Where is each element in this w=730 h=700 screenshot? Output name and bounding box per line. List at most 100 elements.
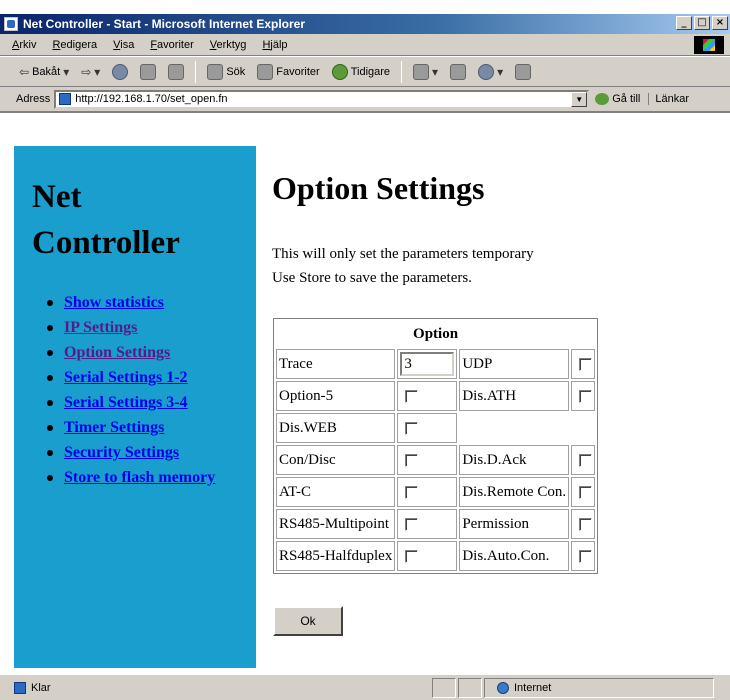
back-button[interactable]: ⇦ Bakåt ▾ (16, 60, 72, 84)
option-control (397, 413, 458, 443)
sidebar-link-serial-settings-3-4[interactable]: Serial Settings 3-4 (64, 394, 188, 411)
option-control (397, 445, 458, 475)
menu-view[interactable]: Visa (113, 39, 134, 51)
window-titlebar: Net Controller - Start - Microsoft Inter… (0, 14, 730, 34)
dis-web-checkbox[interactable] (405, 421, 419, 435)
sidebar-item-ip-settings: IP Settings (47, 316, 254, 340)
mail-icon (413, 63, 430, 80)
stop-icon (112, 63, 129, 80)
con-disc-checkbox[interactable] (405, 453, 419, 467)
window-title: Net Controller - Start - Microsoft Inter… (23, 17, 306, 31)
globe-icon (497, 681, 509, 694)
at-c-checkbox[interactable] (405, 485, 419, 499)
trace-input[interactable] (400, 352, 455, 376)
sidebar-link-show-statistics[interactable]: Show statistics (64, 294, 164, 311)
sidebar-item-timer-settings: Timer Settings (47, 416, 254, 440)
option-label: Con/Disc (276, 445, 396, 475)
sidebar-item-show-statistics: Show statistics (47, 291, 254, 315)
sidebar-title: Net Controller (32, 174, 252, 266)
page-icon (59, 93, 72, 105)
back-dropdown-icon[interactable]: ▾ (63, 65, 69, 79)
option-table: Option Trace UDP Option-5 Dis.ATH Dis.WE… (273, 318, 599, 574)
ie-icon (4, 17, 18, 31)
favorites-button[interactable]: Favoriter (254, 60, 322, 84)
discuss-icon (515, 63, 532, 80)
rs485-multipoint-checkbox[interactable] (405, 517, 419, 531)
forward-button[interactable]: ⇨ ▾ (78, 60, 103, 84)
table-row: Option-5 Dis.ATH (276, 381, 596, 411)
option-control (571, 445, 596, 475)
sidebar-link-option-settings[interactable]: Option Settings (64, 344, 170, 361)
table-row: RS485-Halfduplex Dis.Auto.Con. (276, 541, 596, 571)
permission-checkbox[interactable] (579, 517, 593, 531)
option-label: RS485-Multipoint (276, 509, 396, 539)
menu-edit[interactable]: Redigera (52, 39, 97, 51)
dis-d-ack-checkbox[interactable] (579, 453, 593, 467)
edit-dropdown-icon: ▾ (497, 64, 504, 79)
dis-auto-con-checkbox[interactable] (579, 549, 593, 563)
udp-checkbox[interactable] (579, 357, 593, 371)
sidebar-link-serial-settings-1-2[interactable]: Serial Settings 1-2 (64, 369, 188, 386)
option-5-checkbox[interactable] (405, 389, 419, 403)
rs485-halfduplex-checkbox[interactable] (405, 549, 419, 563)
window-controls: _ □ × (676, 16, 728, 30)
option-label: UDP (459, 349, 570, 379)
maximize-button[interactable]: □ (694, 16, 710, 30)
dis-remote-con-checkbox[interactable] (579, 485, 593, 499)
sidebar-link-store-to-flash[interactable]: Store to flash memory (64, 469, 215, 486)
close-button[interactable]: × (712, 16, 728, 30)
note-temporary: This will only set the parameters tempor… (272, 246, 534, 262)
status-cell (432, 677, 456, 698)
sidebar-title-line1: Net (32, 179, 82, 215)
sidebar-link-timer-settings[interactable]: Timer Settings (64, 419, 164, 436)
option-label: Option-5 (276, 381, 396, 411)
go-label: Gå till (612, 93, 641, 105)
option-label: AT-C (276, 477, 396, 507)
edit-button[interactable]: ▾ (475, 60, 506, 84)
toolbar-separator (195, 60, 197, 83)
sidebar: Net Controller Show statistics IP Settin… (14, 146, 256, 668)
stop-button[interactable] (109, 60, 131, 84)
zone-label: Internet (514, 681, 552, 694)
forward-arrow-icon: ⇨ (81, 64, 92, 79)
option-control (397, 477, 458, 507)
menu-file[interactable]: Arkiv (12, 39, 36, 51)
option-label: Dis.Remote Con. (459, 477, 570, 507)
home-button[interactable] (165, 60, 187, 84)
option-control (397, 349, 458, 379)
discuss-button[interactable] (512, 60, 534, 84)
menu-tools[interactable]: Verktyg (210, 39, 247, 51)
mail-button[interactable]: ▾ (410, 60, 441, 84)
minimize-button[interactable]: _ (676, 16, 692, 30)
refresh-button[interactable] (137, 60, 159, 84)
sidebar-item-store-to-flash: Store to flash memory (47, 466, 254, 490)
table-row: Con/Disc Dis.D.Ack (276, 445, 596, 475)
sidebar-link-ip-settings[interactable]: IP Settings (64, 319, 137, 336)
toolbar-separator (401, 60, 403, 83)
menu-help[interactable]: Hjälp (262, 39, 287, 51)
main-content: Option Settings This will only set the p… (256, 146, 730, 668)
address-input[interactable]: http://192.168.1.70/set_open.fn ▼ (54, 89, 590, 109)
sidebar-link-security-settings[interactable]: Security Settings (64, 444, 179, 461)
option-control (571, 477, 596, 507)
option-control (397, 509, 458, 539)
address-dropdown-icon[interactable]: ▼ (571, 91, 588, 107)
search-button[interactable]: Sök (204, 60, 248, 84)
links-button[interactable]: Länkar (648, 93, 689, 105)
sidebar-item-security-settings: Security Settings (47, 441, 254, 465)
status-text: Klar (31, 681, 51, 694)
dis-ath-checkbox[interactable] (579, 389, 593, 403)
ok-button[interactable]: Ok (273, 606, 343, 636)
menu-favorites[interactable]: Favoriter (150, 39, 193, 51)
option-control (571, 541, 596, 571)
table-row: AT-C Dis.Remote Con. (276, 477, 596, 507)
history-button[interactable]: Tidigare (329, 60, 393, 84)
back-label: Bakåt (32, 65, 61, 78)
sidebar-item-serial-settings-1-2: Serial Settings 1-2 (47, 366, 254, 390)
address-url[interactable]: http://192.168.1.70/set_open.fn (75, 93, 227, 105)
go-button[interactable]: Gå till (595, 93, 640, 105)
forward-dropdown-icon[interactable]: ▾ (94, 65, 100, 79)
table-header-row: Option (276, 321, 595, 347)
history-label: Tidigare (350, 65, 391, 78)
print-button[interactable] (447, 60, 469, 84)
